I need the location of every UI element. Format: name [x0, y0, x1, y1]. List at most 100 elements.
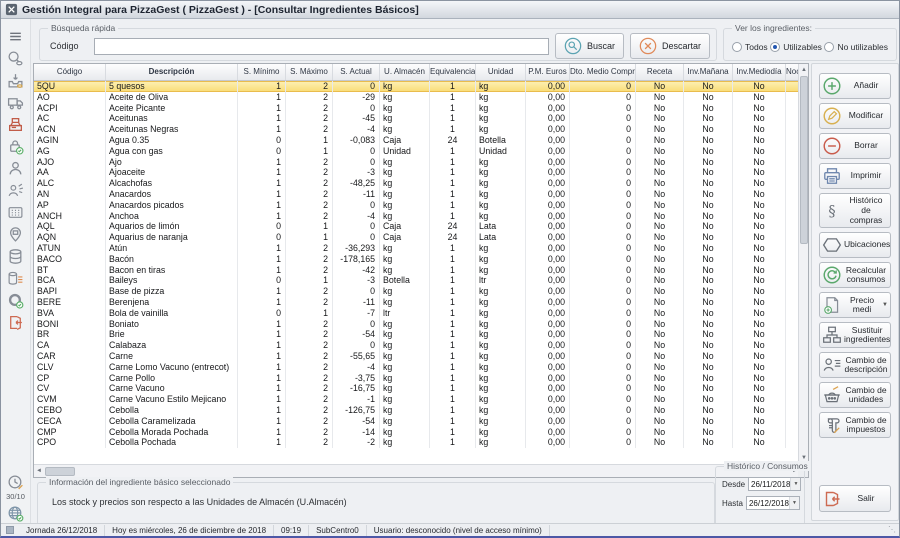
table-row[interactable]: AGAgua con gas010Unidad1Unidad0,000NoNoN… — [34, 146, 800, 157]
column-header-inv-mediod-a[interactable]: Inv.Mediodía — [733, 64, 786, 80]
table-row[interactable]: BAPIBase de pizza120kg1kg0,000NoNoNo — [34, 286, 800, 297]
table-row[interactable]: AGINAgua 0.3501-0,083Caja24Botella0,000N… — [34, 135, 800, 146]
scroll-left-icon[interactable]: ◄ — [34, 466, 44, 476]
keypad-icon[interactable] — [5, 203, 27, 222]
buscar-button[interactable]: Buscar — [555, 33, 624, 59]
table-row[interactable]: BTBacon en tiras12-42kg1kg0,000NoNoNo — [34, 265, 800, 276]
column-header-receta[interactable]: Receta — [636, 64, 684, 80]
column-header-descripci-n[interactable]: Descripción — [106, 64, 238, 80]
column-header-p-m-euros[interactable]: P.M. Euros — [526, 64, 570, 80]
ring-check-icon[interactable] — [5, 291, 27, 310]
table-row[interactable]: CEBOCebolla12-126,75kg1kg0,000NoNoNo — [34, 405, 800, 416]
table-row[interactable]: ACAceitunas12-45kg1kg0,000NoNoNo — [34, 113, 800, 124]
cambio-descripcion-button[interactable]: Cambio de descripción — [819, 352, 891, 378]
vertical-scrollbar[interactable]: ▲ ▼ — [798, 64, 808, 464]
cambio-impuestos-button[interactable]: Cambio de impuestos — [819, 412, 891, 438]
historico-compras-button[interactable]: §Histórico de compras — [819, 193, 891, 228]
table-cell: kg — [380, 329, 430, 340]
table-row[interactable]: ANAnacardos12-11kg1kg0,000NoNoNo — [34, 189, 800, 200]
search-coin-icon[interactable] — [5, 49, 27, 68]
table-row[interactable]: BVABola de vainilla01-7ltr1kg0,000NoNoNo — [34, 308, 800, 319]
clock-edit-icon[interactable]: 30/10 — [5, 474, 27, 501]
table-row[interactable]: AJOAjo120kg1kg0,000NoNoNo — [34, 157, 800, 168]
column-header-c-digo[interactable]: Código — [34, 64, 106, 80]
recalcular-consumos-button[interactable]: Recalcular consumos — [819, 262, 891, 288]
anadir-button[interactable]: Añadir — [819, 73, 891, 99]
radio-todos[interactable]: Todos — [732, 42, 768, 52]
horizontal-scrollbar[interactable]: ◄ ► — [34, 464, 800, 477]
table-row[interactable]: BONIBoniato120kg1kg0,000NoNoNo — [34, 319, 800, 330]
radio-utilizables[interactable]: Utilizables — [770, 42, 822, 52]
descartar-button[interactable]: Descartar — [630, 33, 710, 59]
chevron-down-icon[interactable]: ▼ — [790, 478, 800, 490]
column-header-u-almac-n[interactable]: U. Almacén — [380, 64, 430, 80]
table-row[interactable]: ACPIAceite Picante120kg1kg0,000NoNoNo — [34, 103, 800, 114]
table-row[interactable]: CVCarne Vacuno12-16,75kg1kg0,000NoNoNo — [34, 383, 800, 394]
table-row[interactable]: CARCarne12-55,65kg1kg0,000NoNoNo — [34, 351, 800, 362]
table-row[interactable]: ACNAceitunas Negras12-4kg1kg0,000NoNoNo — [34, 124, 800, 135]
radio-no-utilizables[interactable]: No utilizables — [824, 42, 888, 52]
table-row[interactable]: CECACebolla Caramelizada12-54kg1kg0,000N… — [34, 416, 800, 427]
table-row[interactable]: BACOBacón12-178,165kg1kg0,000NoNoNo — [34, 254, 800, 265]
table-row[interactable]: CLVCarne Lomo Vacuno (entrecot)12-4kg1kg… — [34, 362, 800, 373]
delivery-truck-icon[interactable] — [5, 93, 27, 112]
user-icon[interactable] — [5, 159, 27, 178]
inbox-tray-icon[interactable] — [5, 71, 27, 90]
table-row[interactable]: AQNAquarius de naranja010Caja24Lata0,000… — [34, 232, 800, 243]
table-cell: 2 — [286, 373, 333, 384]
cash-register-icon[interactable] — [5, 115, 27, 134]
status-item: SubCentro0 — [309, 525, 367, 536]
table-row[interactable]: ATUNAtún12-36,293kg1kg0,000NoNoNo — [34, 243, 800, 254]
database-icon[interactable] — [5, 247, 27, 266]
precio-medio-button[interactable]: Precio medi▼ — [819, 292, 891, 318]
column-header-inv-ma-ana[interactable]: Inv.Mañana — [684, 64, 733, 80]
column-header-s-actual[interactable]: S. Actual — [333, 64, 380, 80]
vertical-scroll-thumb[interactable] — [800, 76, 808, 244]
map-pin-icon[interactable] — [5, 225, 27, 244]
table-row[interactable]: CACalabaza120kg1kg0,000NoNoNo — [34, 340, 800, 351]
table-row[interactable]: BRBrie12-54kg1kg0,000NoNoNo — [34, 329, 800, 340]
database-lines-icon[interactable] — [5, 269, 27, 288]
menu-icon[interactable] — [5, 27, 27, 46]
column-header-unidad[interactable]: Unidad — [476, 64, 526, 80]
table-row[interactable]: CVMCarne Vacuno Estilo Mejicano12-1kg1kg… — [34, 394, 800, 405]
table-row[interactable]: ANCHAnchoa12-4kg1kg0,000NoNoNo — [34, 211, 800, 222]
horizontal-scroll-thumb[interactable] — [45, 467, 75, 476]
sustituir-ingredientes-button[interactable]: Sustituir ingredientes — [819, 322, 891, 348]
code-input[interactable] — [94, 38, 549, 55]
table-row[interactable]: AAAjoaceite12-3kg1kg0,000NoNoNo — [34, 167, 800, 178]
hasta-select[interactable]: 26/12/2018 ▼ — [746, 496, 800, 510]
scroll-up-icon[interactable]: ▲ — [799, 65, 809, 75]
resize-grip[interactable]: ⋱ — [888, 525, 896, 535]
column-header-s-m-ximo[interactable]: S. Máximo — [286, 64, 333, 80]
table-row[interactable]: BCABaileys01-3Botella1ltr0,000NoNoNo — [34, 275, 800, 286]
column-header-equivalencia[interactable]: Equivalencia — [430, 64, 476, 80]
padlock-check-icon[interactable] — [5, 137, 27, 156]
column-header-s-m-nimo[interactable]: S. Mínimo — [238, 64, 286, 80]
table-row[interactable]: 5QU5 quesos120kg1kg0,000NoNoNo — [34, 81, 800, 92]
table-row[interactable]: AQLAquarios de limón010Caja24Lata0,000No… — [34, 221, 800, 232]
table-cell: No — [733, 92, 786, 103]
modificar-button[interactable]: Modificar — [819, 103, 891, 129]
borrar-button[interactable]: Borrar — [819, 133, 891, 159]
table-row[interactable]: AOAceite de Oliva12-29kg1kg0,000NoNoNo — [34, 92, 800, 103]
table-cell: 0,00 — [526, 405, 570, 416]
chevron-down-icon[interactable]: ▼ — [789, 497, 799, 509]
desde-select[interactable]: 26/11/2018 ▼ — [748, 477, 801, 491]
table-cell: No — [684, 178, 733, 189]
globe-check-icon[interactable] — [5, 504, 27, 523]
table-row[interactable]: ALCAlcachofas12-48,25kg1kg0,000NoNoNo — [34, 178, 800, 189]
column-header-dto-medio-compra[interactable]: Dto. Medio Compra — [570, 64, 636, 80]
ubicaciones-button[interactable]: Ubicaciones — [819, 232, 891, 258]
table-row[interactable]: APAnacardos picados120kg1kg0,000NoNoNo — [34, 200, 800, 211]
table-row[interactable]: CMPCebolla Morada Pochada12-14kg1kg0,000… — [34, 427, 800, 438]
table-row[interactable]: BEREBerenjena12-11kg1kg0,000NoNoNo — [34, 297, 800, 308]
user-hand-icon[interactable] — [5, 181, 27, 200]
cambio-unidades-button[interactable]: Cambio de unidades — [819, 382, 891, 408]
table-cell: No — [733, 254, 786, 265]
salir-button[interactable]: Salir — [819, 485, 891, 512]
exit-door-icon[interactable] — [5, 313, 27, 332]
table-row[interactable]: CPOCebolla Pochada12-2kg1kg0,000NoNoNo — [34, 437, 800, 448]
table-row[interactable]: CPCarne Pollo12-3,75kg1kg0,000NoNoNo — [34, 373, 800, 384]
imprimir-button[interactable]: Imprimir — [819, 163, 891, 189]
